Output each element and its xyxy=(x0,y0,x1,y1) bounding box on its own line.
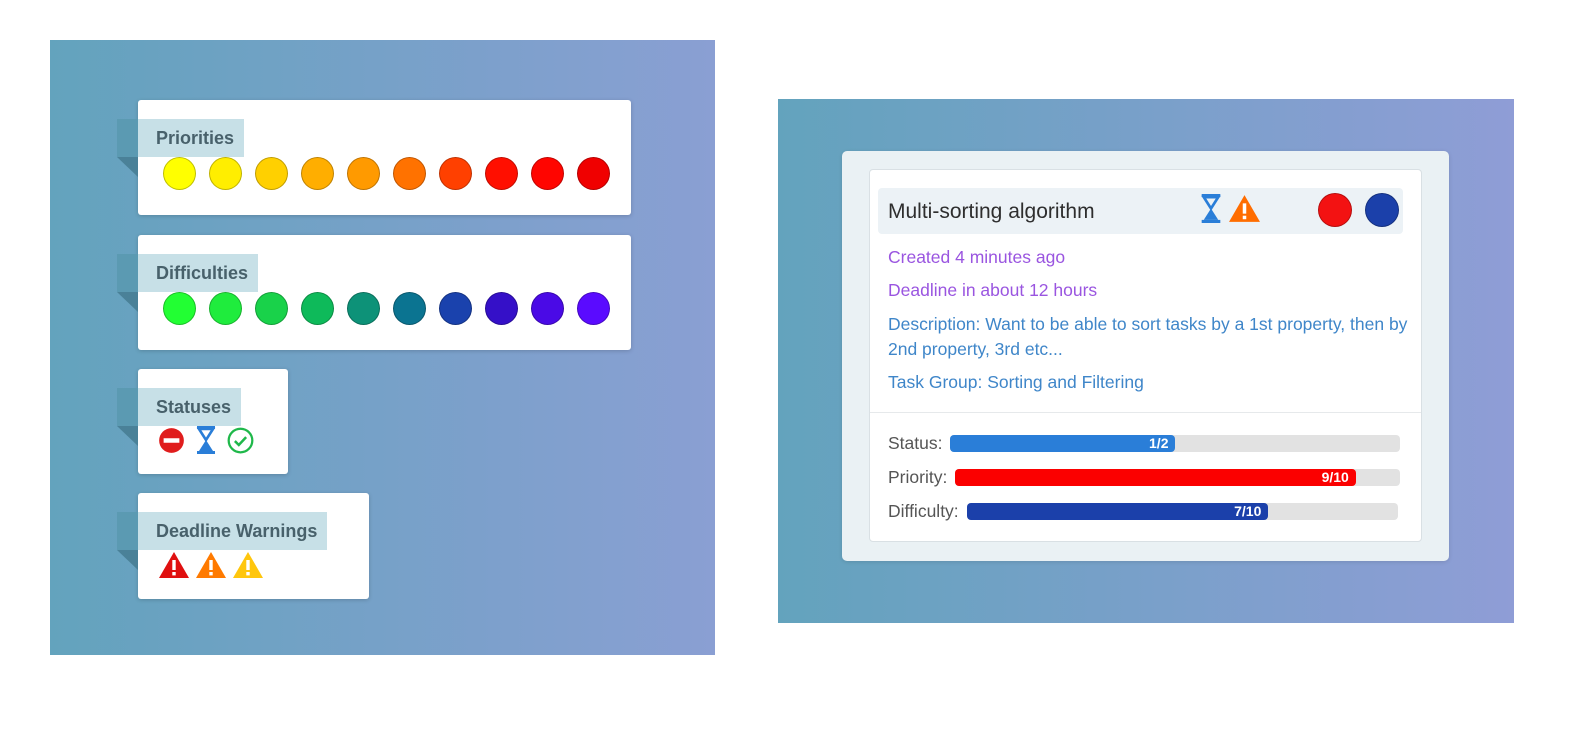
difficulty-bar-row: Difficulty: 7/10 xyxy=(888,501,1398,521)
color-dot-3 xyxy=(255,292,288,325)
priority-bar-row: Priority: 9/10 xyxy=(888,466,1401,487)
status-bar-track: 1/2 xyxy=(950,434,1401,452)
color-dot-4 xyxy=(301,292,334,325)
color-dot-4 xyxy=(301,157,334,190)
status-bar-label: Status: xyxy=(888,432,943,453)
priorities-tag: Priorities xyxy=(116,119,245,177)
hourglass-icon xyxy=(195,426,217,454)
color-dot-2 xyxy=(209,292,242,325)
card-divider xyxy=(870,412,1421,413)
task-rating-dots xyxy=(1318,193,1399,227)
priority-dots xyxy=(163,157,610,190)
color-dot-1 xyxy=(163,157,196,190)
difficulty-bar-fill: 7/10 xyxy=(966,502,1269,520)
difficulty-bar-track: 7/10 xyxy=(966,502,1398,520)
deadline-warning-icons xyxy=(158,551,264,579)
task-title: Multi-sorting algorithm xyxy=(888,200,1095,223)
warning-icon xyxy=(158,551,190,579)
legend-panel: Priorities Difficulties Statuses Deadlin… xyxy=(50,40,715,655)
warning-icon xyxy=(232,551,264,579)
warning-icon xyxy=(195,551,227,579)
hourglass-icon xyxy=(1200,194,1222,228)
color-dot-5 xyxy=(347,292,380,325)
color-dot-3 xyxy=(255,157,288,190)
task-title-bar: Multi-sorting algorithm xyxy=(878,188,1403,234)
color-dot-10 xyxy=(577,292,610,325)
difficulties-card: Difficulties xyxy=(116,235,631,350)
color-dot-6 xyxy=(393,157,426,190)
color-dot-2 xyxy=(209,157,242,190)
difficulties-tag: Difficulties xyxy=(116,254,259,312)
difficulty-bar-label: Difficulty: xyxy=(888,500,959,521)
priority-bar-fill: 9/10 xyxy=(955,468,1356,486)
difficulty-dot xyxy=(1365,193,1399,227)
status-icons xyxy=(158,426,254,454)
task-group: Task Group: Sorting and Filtering xyxy=(888,372,1144,392)
task-status-icons xyxy=(1200,194,1261,228)
priorities-card: Priorities xyxy=(116,100,631,215)
priority-dot xyxy=(1318,193,1352,227)
color-dot-6 xyxy=(393,292,426,325)
task-created: Created 4 minutes ago xyxy=(888,247,1066,267)
priority-bar-track: 9/10 xyxy=(955,468,1401,486)
status-bar-fill: 1/2 xyxy=(950,434,1176,452)
task-card-container: Multi-sorting algorithm Created 4 minute… xyxy=(842,151,1449,561)
task-description: Description: Want to be able to sort tas… xyxy=(888,314,1408,359)
color-dot-10 xyxy=(577,157,610,190)
statuses-tag: Statuses xyxy=(116,388,242,446)
task-preview-panel: Multi-sorting algorithm Created 4 minute… xyxy=(778,99,1514,623)
deadline-warnings-card: Deadline Warnings xyxy=(116,493,369,599)
color-dot-7 xyxy=(439,157,472,190)
status-bar-row: Status: 1/2 xyxy=(888,432,1401,453)
color-dot-9 xyxy=(531,292,564,325)
warning-icon xyxy=(1228,194,1261,228)
deadline-warnings-tag: Deadline Warnings xyxy=(116,512,328,570)
statuses-card: Statuses xyxy=(116,369,288,474)
color-dot-1 xyxy=(163,292,196,325)
color-dot-8 xyxy=(485,292,518,325)
check-circle-icon xyxy=(227,427,254,454)
color-dot-5 xyxy=(347,157,380,190)
color-dot-7 xyxy=(439,292,472,325)
priority-bar-label: Priority: xyxy=(888,466,948,487)
color-dot-8 xyxy=(485,157,518,190)
blocked-icon xyxy=(158,427,185,454)
task-deadline: Deadline in about 12 hours xyxy=(888,280,1098,300)
difficulty-dots xyxy=(163,292,610,325)
task-card[interactable]: Multi-sorting algorithm Created 4 minute… xyxy=(869,169,1422,542)
color-dot-9 xyxy=(531,157,564,190)
